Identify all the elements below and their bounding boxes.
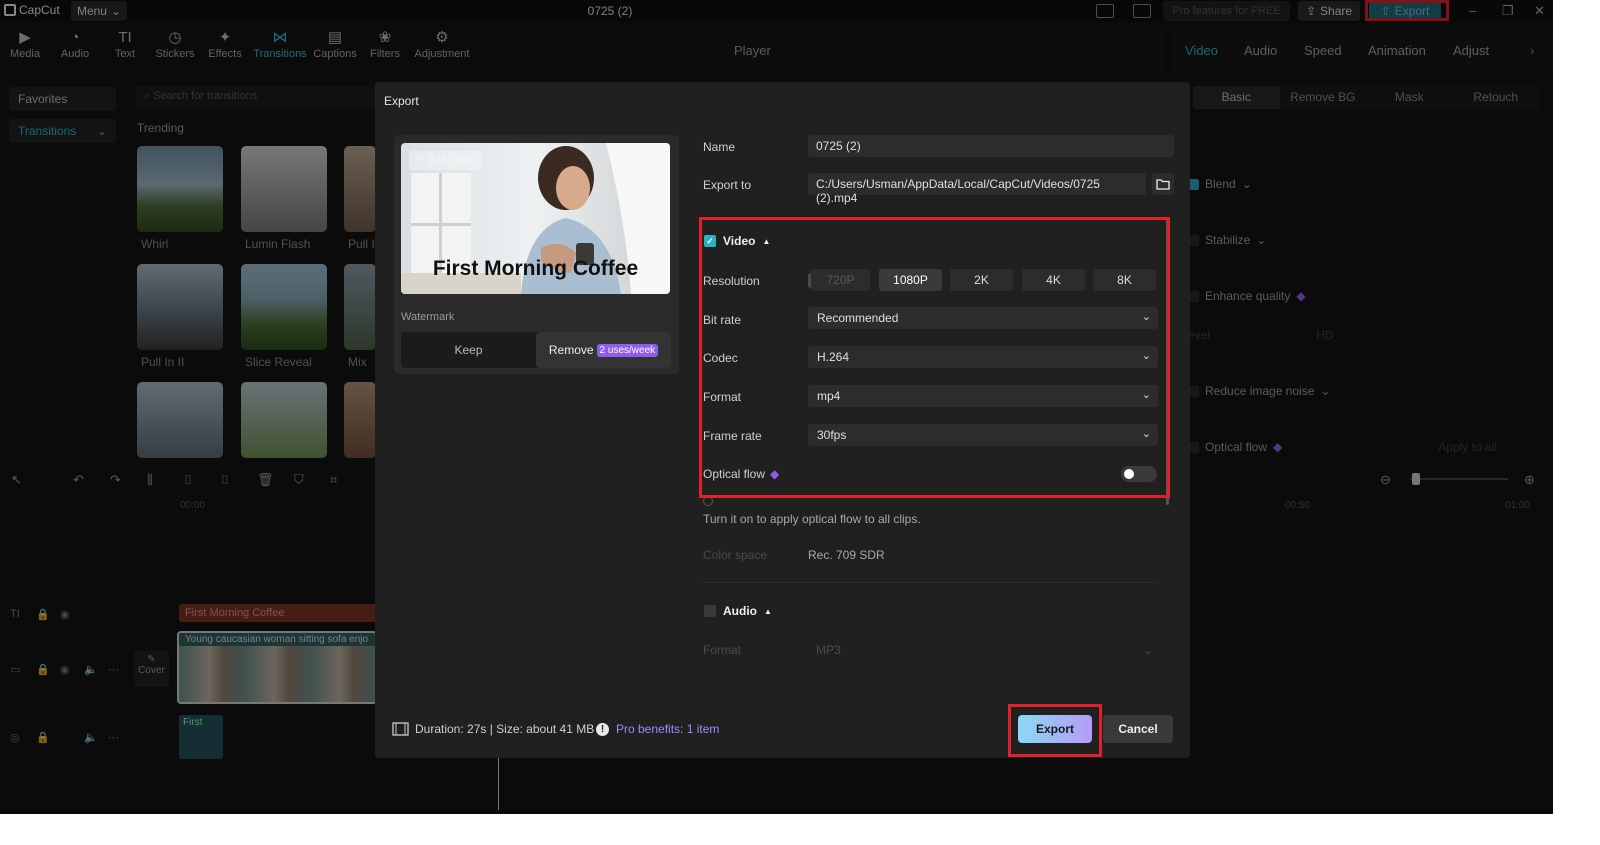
cover-caption: First Morning Coffee — [432, 257, 639, 280]
name-label: Name — [703, 140, 736, 154]
folder-icon — [1156, 178, 1170, 190]
capcut-app: CapCut Menu ⌄ 0725 (2) Pro features for … — [0, 0, 1553, 814]
watermark-remove-label: Remove — [548, 343, 594, 357]
bitrate-value: Recommended — [817, 311, 899, 325]
format-label: Format — [703, 390, 742, 404]
video-checkbox[interactable]: ✓ — [704, 235, 716, 247]
resolution-720p[interactable]: 720P — [811, 269, 870, 291]
edit-icon: ✎ — [415, 154, 428, 166]
cover-card: ✎ Edit cover First Morning Coffee Waterm… — [394, 135, 679, 374]
audio-format-value: MP3 — [816, 643, 841, 657]
edit-cover-button[interactable]: ✎ Edit cover — [409, 151, 483, 170]
uses-badge: 2 uses/week — [596, 343, 659, 357]
video-section-header[interactable]: ✓ Video ▲ — [704, 234, 770, 248]
resolution-2k[interactable]: 2K — [950, 269, 1013, 291]
audio-format-label: Format — [703, 643, 742, 657]
switch-knob — [1124, 469, 1134, 479]
export-path-input[interactable]: C:/Users/Usman/AppData/Local/CapCut/Vide… — [808, 173, 1146, 205]
color-space-label: Color space — [703, 548, 768, 562]
export-summary-text: Duration: 27s | Size: about 41 MB — [415, 722, 595, 736]
optical-flow-label: Optical flow — [703, 467, 766, 481]
chevron-down-icon: ⌄ — [1141, 350, 1151, 362]
export-to-label: Export to — [703, 178, 752, 192]
cancel-button[interactable]: Cancel — [1103, 715, 1173, 743]
codec-value: H.264 — [817, 350, 850, 364]
watermark-label: Watermark — [401, 311, 455, 323]
resolution-8k[interactable]: 8K — [1093, 269, 1156, 291]
optical-flow-row: Optical flow ◆ — [703, 467, 779, 481]
export-dialog-title: Export — [384, 94, 419, 108]
info-icon — [703, 496, 713, 506]
watermark-toggle: Keep Remove 2 uses/week — [401, 332, 671, 368]
bitrate-label: Bit rate — [703, 313, 742, 327]
chevron-down-icon: ⌄ — [1141, 389, 1151, 401]
diamond-icon: ◆ — [770, 467, 780, 481]
color-space-value: Rec. 709 SDR — [808, 548, 885, 562]
watermark-remove[interactable]: Remove 2 uses/week — [536, 332, 671, 368]
audio-section-header[interactable]: Audio ▲ — [704, 604, 772, 618]
optical-flow-switch[interactable] — [1121, 466, 1157, 482]
audio-section-label: Audio — [723, 604, 757, 618]
framerate-value: 30fps — [817, 428, 847, 442]
audio-checkbox[interactable] — [704, 605, 716, 617]
export-button[interactable]: Export — [1018, 715, 1092, 743]
chevron-down-icon: ⌄ — [1143, 643, 1154, 657]
export-dialog: Export ✎ Edit cover First Morning Coffee… — [375, 82, 1190, 758]
cover-image[interactable]: ✎ Edit cover First Morning Coffee — [401, 143, 670, 294]
resolution-4k[interactable]: 4K — [1022, 269, 1085, 291]
video-section-label: Video — [723, 234, 756, 248]
film-icon — [392, 722, 409, 736]
export-summary: Duration: 27s | Size: about 41 MB — [392, 722, 594, 736]
watermark-keep[interactable]: Keep — [401, 332, 536, 368]
chevron-down-icon: ⌄ — [1141, 428, 1151, 440]
bitrate-select[interactable]: Recommended ⌄ — [808, 307, 1158, 329]
chevron-up-icon: ▲ — [764, 606, 772, 616]
resolution-1080p[interactable]: 1080P — [879, 269, 942, 291]
chevron-down-icon: ⌄ — [1141, 311, 1151, 323]
codec-label: Codec — [703, 351, 738, 365]
edit-cover-label: Edit cover — [427, 154, 477, 166]
dialog-scrollbar[interactable] — [1166, 218, 1169, 505]
folder-browse-button[interactable] — [1152, 173, 1174, 195]
format-value: mp4 — [817, 389, 841, 403]
resolution-label: Resolution — [703, 274, 760, 288]
framerate-label: Frame rate — [703, 429, 762, 443]
info-icon: ! — [596, 722, 609, 736]
optical-flow-hint: Turn it on to apply optical flow to all … — [703, 512, 921, 526]
pro-benefits-link[interactable]: ! Pro benefits: 1 item — [596, 722, 719, 736]
format-select[interactable]: mp4 ⌄ — [808, 385, 1158, 407]
framerate-select[interactable]: 30fps ⌄ — [808, 424, 1158, 446]
codec-select[interactable]: H.264 ⌄ — [808, 346, 1158, 368]
section-divider — [703, 582, 1158, 583]
pro-benefits-text: Pro benefits: 1 item — [616, 722, 720, 736]
name-input[interactable]: 0725 (2) — [808, 135, 1174, 157]
chevron-up-icon: ▲ — [762, 236, 771, 246]
